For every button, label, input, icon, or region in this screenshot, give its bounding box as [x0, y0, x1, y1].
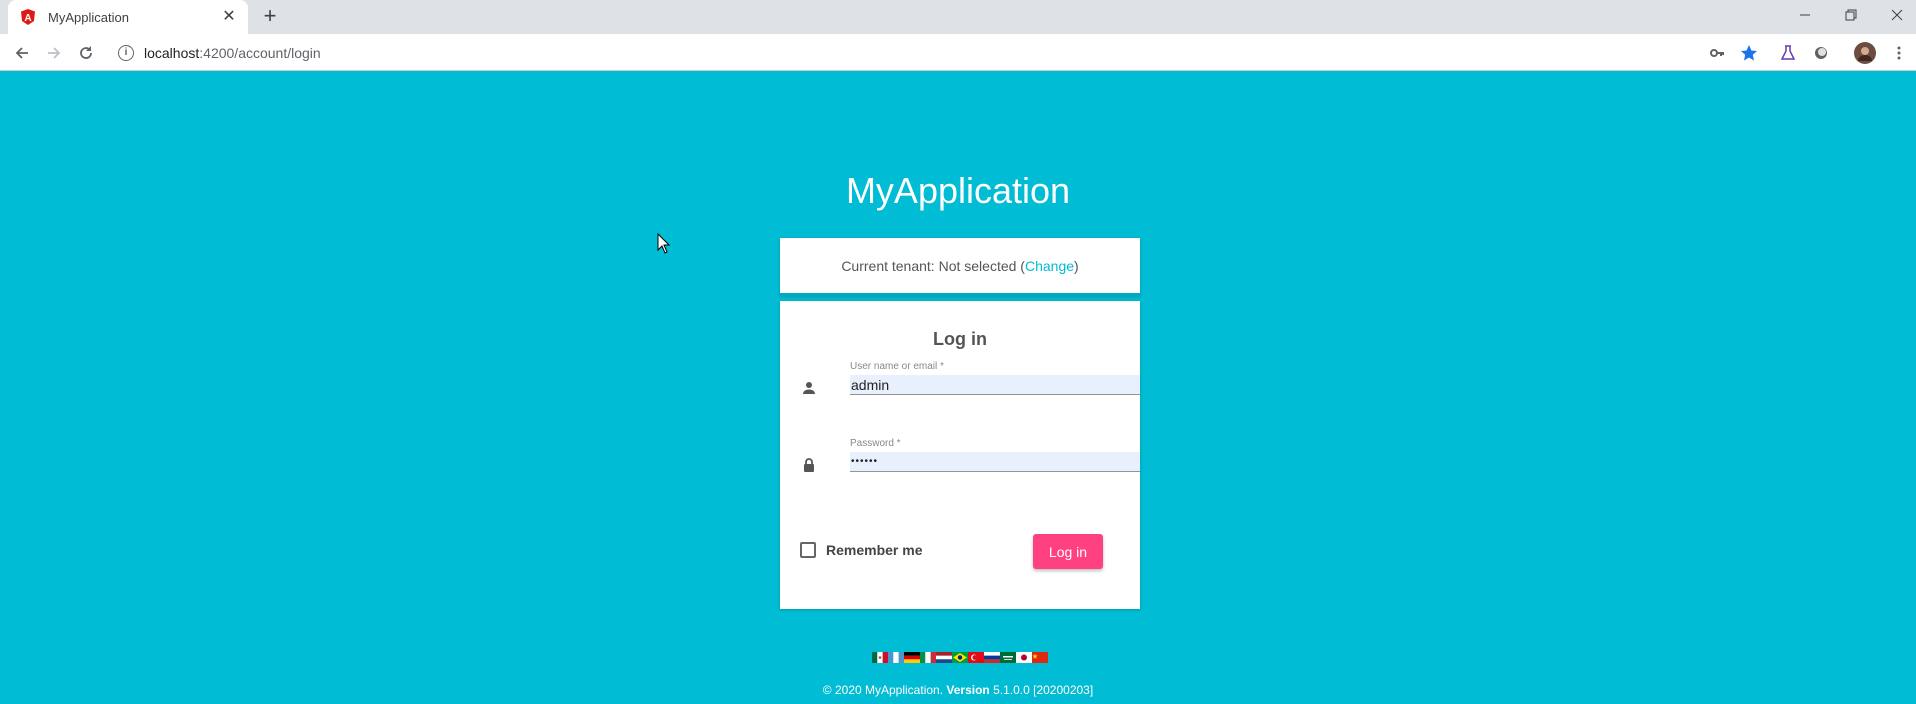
- tab-title: MyApplication: [48, 9, 129, 25]
- username-input[interactable]: [850, 375, 1140, 395]
- remember-me-label: Remember me: [826, 542, 923, 558]
- bookmark-star-icon[interactable]: [1738, 42, 1760, 64]
- footer-version-label: Version: [946, 683, 990, 697]
- lock-icon: [804, 458, 814, 472]
- brazil-flag-icon[interactable]: [952, 652, 968, 663]
- back-icon[interactable]: [8, 39, 36, 67]
- turkey-flag-icon[interactable]: [968, 652, 984, 663]
- saudi-arabia-flag-icon[interactable]: [1000, 652, 1016, 663]
- minimize-icon[interactable]: [1782, 0, 1828, 30]
- login-title: Log in: [933, 329, 987, 349]
- tenant-card: Current tenant: Not selected ( Change ): [780, 238, 1140, 296]
- tenant-text-close: ): [1074, 257, 1079, 274]
- footer-version: 5.1.0.0 [20200203]: [993, 683, 1094, 697]
- germany-flag-icon[interactable]: [904, 652, 920, 663]
- password-label: Password *: [850, 438, 901, 449]
- browser-tab[interactable]: A MyApplication ✕: [8, 0, 248, 34]
- password-input[interactable]: [850, 452, 1140, 472]
- footer-copyright: © 2020 MyApplication.: [822, 683, 944, 697]
- remember-me[interactable]: Remember me: [800, 542, 923, 558]
- footer: © 2020 MyApplication. Version 5.1.0.0 [2…: [0, 683, 1916, 697]
- svg-text:A: A: [24, 13, 31, 24]
- remember-me-checkbox[interactable]: [800, 542, 816, 558]
- russia-flag-icon[interactable]: [984, 652, 1000, 663]
- password-field: Password *: [800, 438, 1140, 478]
- forward-icon[interactable]: [40, 39, 68, 67]
- address-bar[interactable]: i localhost :4200/account/login: [108, 39, 1778, 67]
- menu-kebab-icon[interactable]: [1888, 42, 1910, 64]
- person-icon: [803, 382, 815, 394]
- app-title: MyApplication: [845, 170, 1071, 211]
- japan-flag-icon[interactable]: [1016, 652, 1032, 663]
- login-button[interactable]: Log in: [1033, 534, 1103, 569]
- restore-icon[interactable]: [1828, 0, 1874, 30]
- profile-avatar[interactable]: [1854, 42, 1876, 64]
- guatemala-flag-icon[interactable]: [888, 652, 904, 663]
- tab-close-icon[interactable]: ✕: [220, 9, 238, 25]
- username-field: User name or email *: [800, 361, 1140, 401]
- mouse-cursor-icon: [657, 233, 671, 254]
- reload-icon[interactable]: [72, 39, 100, 67]
- username-label: User name or email *: [850, 361, 944, 372]
- extension-flask-icon[interactable]: [1777, 42, 1799, 64]
- browser-tabstrip: A MyApplication ✕ +: [0, 0, 1916, 34]
- netherlands-flag-icon[interactable]: [936, 652, 952, 663]
- angular-icon: A: [21, 9, 35, 25]
- mexico-flag-icon[interactable]: [872, 652, 888, 663]
- key-icon[interactable]: [1706, 42, 1728, 64]
- new-tab-icon[interactable]: +: [258, 5, 282, 29]
- language-flags: [872, 652, 1048, 663]
- browser-toolbar: i localhost :4200/account/login: [0, 34, 1916, 71]
- url-host: localhost: [144, 45, 200, 61]
- change-tenant-link[interactable]: Change: [1025, 258, 1074, 274]
- italy-flag-icon[interactable]: [920, 652, 936, 663]
- close-window-icon[interactable]: [1874, 0, 1916, 30]
- url-path: :4200/account/login: [199, 45, 321, 61]
- tenant-text: Current tenant: Not selected (: [841, 257, 1025, 274]
- china-flag-icon[interactable]: [1032, 652, 1048, 663]
- extension-circle-icon[interactable]: [1810, 42, 1832, 64]
- info-icon[interactable]: i: [118, 45, 134, 61]
- login-card: Log in User name or email * Password * R…: [780, 301, 1140, 609]
